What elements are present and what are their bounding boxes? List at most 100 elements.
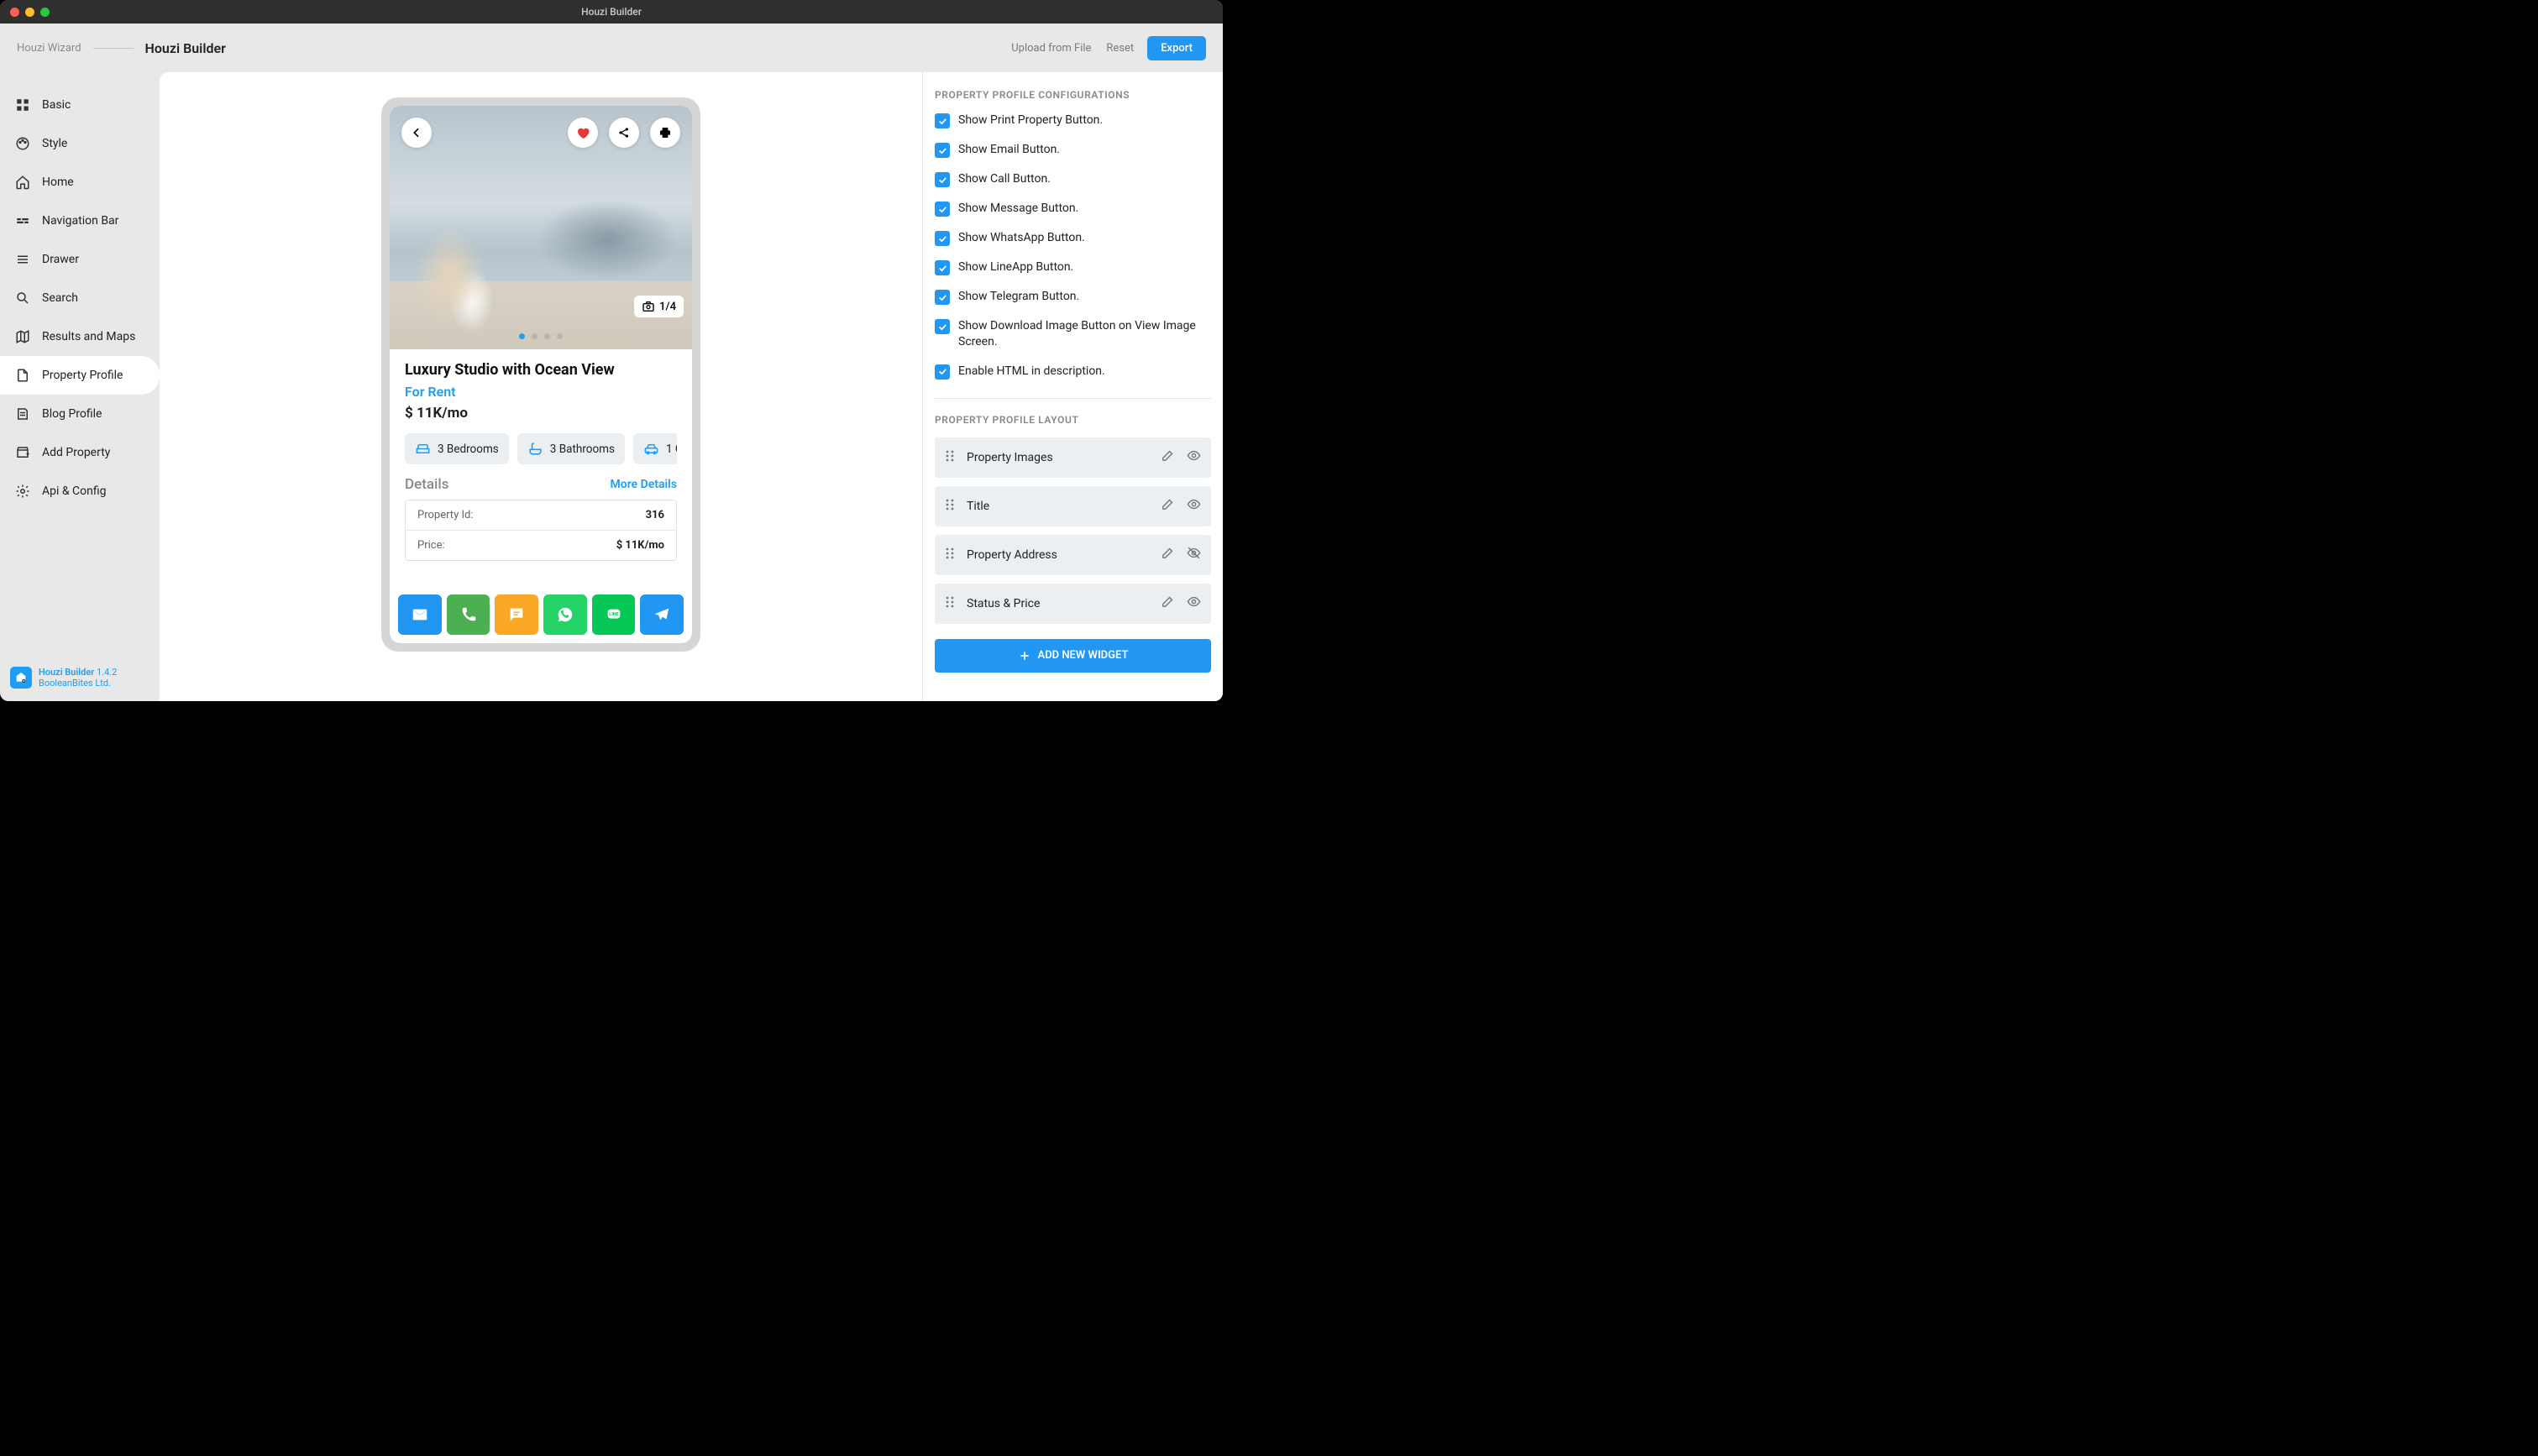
checkbox-icon [935,202,950,217]
top-toolbar: Houzi Wizard Houzi Builder Upload from F… [0,24,1223,72]
layout-row-title[interactable]: Title [935,486,1211,526]
edit-icon[interactable] [1161,497,1175,515]
sidebar-item-results-maps[interactable]: Results and Maps [0,317,160,356]
close-icon[interactable] [10,8,19,17]
wizard-link[interactable]: Houzi Wizard [17,42,81,55]
table-row: Price:$ 11K/mo [406,531,676,560]
layout-row-address[interactable]: Property Address [935,535,1211,575]
check-print[interactable]: Show Print Property Button. [935,113,1211,128]
email-button[interactable] [398,594,442,635]
checkbox-icon [935,143,950,158]
home-icon [15,175,30,190]
layout-row-images[interactable]: Property Images [935,437,1211,478]
search-icon [15,291,30,306]
sidebar-item-basic[interactable]: Basic [0,86,160,124]
checkbox-icon [935,231,950,246]
sidebar: Basic Style Home Navigation Bar Drawer S… [0,72,160,701]
check-telegram[interactable]: Show Telegram Button. [935,289,1211,305]
pager-dots [519,333,563,339]
drag-handle-icon[interactable] [945,595,955,612]
sidebar-item-label: Blog Profile [42,407,102,421]
app-logo-icon [10,667,32,689]
page-title: Houzi Builder [145,40,226,56]
checkbox-icon [935,319,950,334]
sidebar-item-label: Search [42,291,78,305]
checkbox-icon [935,172,950,187]
check-download-image[interactable]: Show Download Image Button on View Image… [935,318,1211,350]
maximize-icon[interactable] [40,8,50,17]
checkbox-icon [935,290,950,305]
layout-row-status-price[interactable]: Status & Price [935,584,1211,624]
edit-icon[interactable] [1161,546,1175,563]
more-details-link[interactable]: More Details [611,478,677,491]
app-footer: Houzi Builder 1.4.2 BooleanBites Ltd. [10,667,117,690]
chip-bathrooms: 3 Bathrooms [517,433,625,464]
drag-handle-icon[interactable] [945,498,955,515]
message-button[interactable] [495,594,538,635]
property-title: Luxury Studio with Ocean View [405,361,677,379]
note-icon [15,406,30,422]
sidebar-item-home[interactable]: Home [0,163,160,202]
document-icon [15,368,30,383]
whatsapp-button[interactable] [543,594,587,635]
check-call[interactable]: Show Call Button. [935,171,1211,187]
checkbox-icon [935,364,950,380]
layout-heading: PROPERTY PROFILE LAYOUT [935,414,1211,426]
phone-frame: 1/4 Luxury Studio with Ocean View For Re… [381,97,700,652]
check-email[interactable]: Show Email Button. [935,142,1211,158]
config-panel: PROPERTY PROFILE CONFIGURATIONS Show Pri… [922,72,1223,701]
sidebar-item-property-profile[interactable]: Property Profile [0,356,160,395]
back-button[interactable] [401,118,432,148]
edit-icon[interactable] [1161,448,1175,466]
preview-area: 1/4 Luxury Studio with Ocean View For Re… [160,72,922,701]
gear-icon [15,484,30,499]
eye-off-icon[interactable] [1187,546,1201,563]
plus-icon [1018,649,1031,663]
svg-text:LINE: LINE [609,612,619,617]
checkbox-icon [935,113,950,128]
drag-handle-icon[interactable] [945,547,955,563]
eye-icon[interactable] [1187,594,1201,612]
telegram-button[interactable] [640,594,684,635]
drag-handle-icon[interactable] [945,449,955,466]
favorite-button[interactable] [568,118,598,148]
details-table: Property Id:316 Price:$ 11K/mo [405,500,677,561]
sidebar-item-drawer[interactable]: Drawer [0,240,160,279]
sidebar-item-label: Style [42,137,67,150]
window-title: Houzi Builder [581,6,642,18]
check-html-description[interactable]: Enable HTML in description. [935,364,1211,380]
image-counter: 1/4 [634,296,684,317]
check-lineapp[interactable]: Show LineApp Button. [935,259,1211,275]
property-image[interactable]: 1/4 [390,106,692,349]
chip-bedrooms: 3 Bedrooms [405,433,509,464]
edit-icon[interactable] [1161,594,1175,612]
call-button[interactable] [447,594,490,635]
sidebar-item-api-config[interactable]: Api & Config [0,472,160,511]
sidebar-item-label: Property Profile [42,369,123,382]
sidebar-item-label: Api & Config [42,484,107,498]
sidebar-item-label: Results and Maps [42,330,135,343]
sidebar-item-navigation-bar[interactable]: Navigation Bar [0,202,160,240]
upload-from-file-button[interactable]: Upload from File [1011,42,1091,55]
share-button[interactable] [609,118,639,148]
export-button[interactable]: Export [1147,36,1206,60]
print-button[interactable] [650,118,680,148]
line-button[interactable]: LINE [592,594,636,635]
sidebar-item-style[interactable]: Style [0,124,160,163]
add-widget-button[interactable]: ADD NEW WIDGET [935,639,1211,673]
config-heading: PROPERTY PROFILE CONFIGURATIONS [935,89,1211,101]
sidebar-item-blog-profile[interactable]: Blog Profile [0,395,160,433]
eye-icon[interactable] [1187,448,1201,466]
sidebar-item-label: Add Property [42,446,110,459]
minimize-icon[interactable] [25,8,34,17]
sidebar-item-add-property[interactable]: Add Property [0,433,160,472]
menu-icon [15,252,30,267]
eye-icon[interactable] [1187,497,1201,515]
reset-button[interactable]: Reset [1106,42,1134,55]
check-message[interactable]: Show Message Button. [935,201,1211,217]
check-whatsapp[interactable]: Show WhatsApp Button. [935,230,1211,246]
chip-garage: 1 Garage [633,433,677,464]
palette-icon [15,136,30,151]
sidebar-item-search[interactable]: Search [0,279,160,317]
property-price: $ 11K/mo [405,405,677,422]
